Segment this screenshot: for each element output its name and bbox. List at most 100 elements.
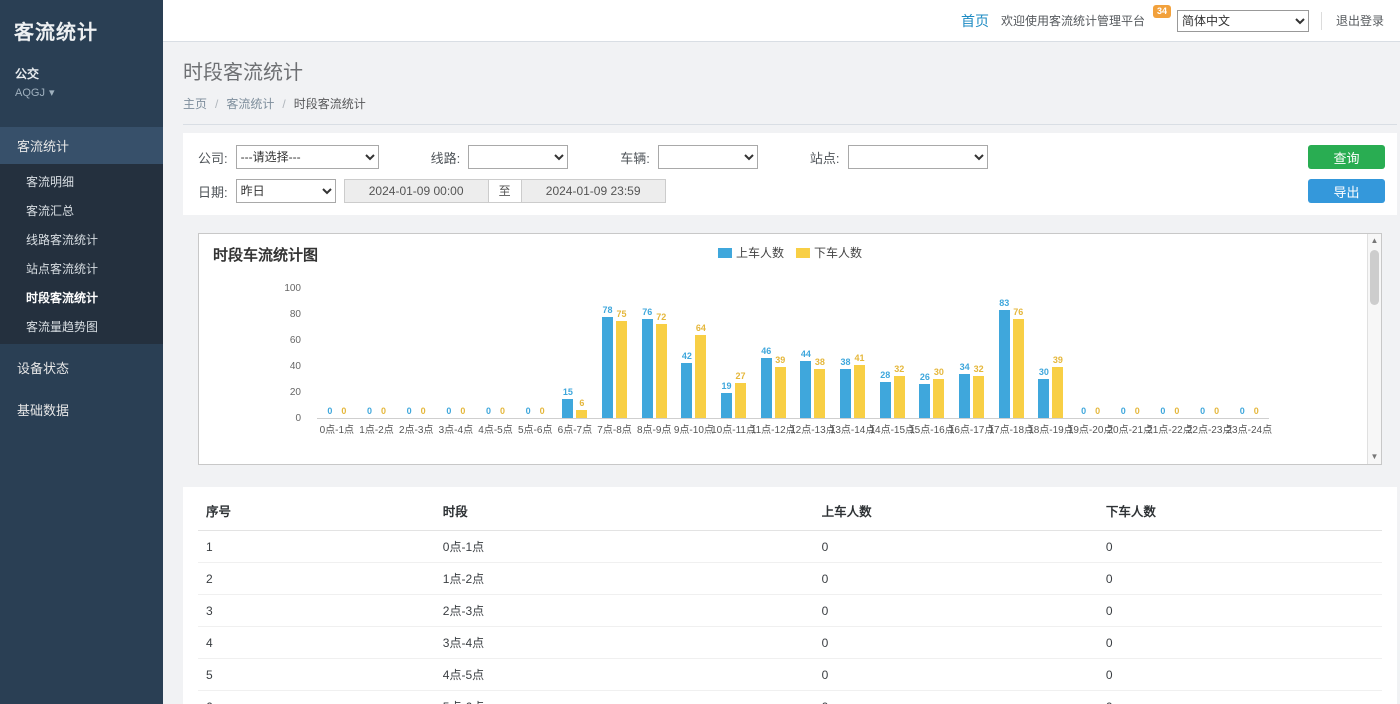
bar-value-label: 0: [367, 407, 372, 416]
bar: [642, 319, 653, 418]
bar-column: 32: [973, 365, 984, 418]
page-title: 时段客流统计: [183, 56, 1397, 85]
breadcrumb-separator: /: [215, 97, 218, 111]
bar-value-label: 6: [579, 399, 584, 408]
bar-column: 0: [1092, 407, 1103, 418]
bar-group: 004点-5点: [476, 288, 516, 418]
bar-column: 64: [695, 324, 706, 418]
table-cell: 0: [814, 563, 1098, 595]
org-code-dropdown[interactable]: AQGJ ▾: [0, 82, 163, 99]
bar-column: 78: [602, 306, 613, 418]
sidebar-item[interactable]: 客流量趋势图: [0, 312, 163, 341]
export-button[interactable]: 导出: [1308, 179, 1385, 203]
bar-column: 30: [1038, 368, 1049, 418]
bar-value-label: 78: [603, 306, 613, 315]
bar: [800, 361, 811, 418]
scroll-down-icon[interactable]: ▼: [1368, 450, 1381, 464]
table-body: 10点-1点0021点-2点0032点-3点0043点-4点0054点-5点00…: [198, 531, 1382, 704]
bar-value-label: 44: [801, 350, 811, 359]
breadcrumb-item[interactable]: 时段客流统计: [294, 95, 366, 112]
bar-column: 0: [443, 407, 454, 418]
x-axis-category-label: 3点-4点: [439, 421, 473, 436]
home-link[interactable]: 首页: [961, 11, 989, 31]
bar-value-label: 27: [736, 372, 746, 381]
bar-value-label: 32: [974, 365, 984, 374]
table-cell: 2点-3点: [435, 595, 814, 627]
bar-value-label: 64: [696, 324, 706, 333]
bar-group: 005点-6点: [515, 288, 555, 418]
table-cell: 0: [1098, 531, 1382, 563]
org-code-label: AQGJ: [15, 87, 45, 99]
table-cell: 3: [198, 595, 435, 627]
scroll-up-icon[interactable]: ▲: [1368, 234, 1381, 248]
notification-badge[interactable]: 34: [1153, 5, 1171, 18]
y-axis-tick-label: 80: [261, 309, 301, 320]
vehicle-filter: 车辆:: [620, 145, 758, 169]
bar-column: 34: [959, 363, 970, 418]
y-axis-tick-label: 100: [261, 283, 301, 294]
table-cell: 2: [198, 563, 435, 595]
company-select[interactable]: ---请选择---: [236, 145, 379, 169]
sidebar-section[interactable]: 基础数据: [0, 391, 163, 428]
sidebar-section[interactable]: 设备状态: [0, 349, 163, 386]
logout-link[interactable]: 退出登录: [1321, 12, 1384, 30]
data-table: 序号时段上车人数下车人数 10点-1点0021点-2点0032点-3点0043点…: [198, 491, 1382, 704]
sidebar-section[interactable]: 客流统计: [0, 127, 163, 164]
bar: [840, 369, 851, 418]
scrollbar-thumb[interactable]: [1370, 250, 1379, 305]
bar: [656, 324, 667, 418]
legend-item[interactable]: 上车人数: [718, 244, 784, 261]
bar-value-label: 0: [1121, 407, 1126, 416]
breadcrumb-item[interactable]: 主页: [183, 95, 207, 112]
chart-y-axis: 020406080100: [267, 289, 307, 419]
table-cell: 0: [814, 691, 1098, 704]
query-button[interactable]: 查询: [1308, 145, 1385, 169]
bar-group: 0023点-24点: [1229, 288, 1269, 418]
breadcrumb-item[interactable]: 客流统计: [226, 95, 274, 112]
bar-value-label: 39: [1053, 356, 1063, 365]
chart-scrollbar[interactable]: ▲ ▼: [1367, 234, 1381, 464]
station-select[interactable]: [848, 145, 988, 169]
route-select[interactable]: [468, 145, 568, 169]
bar-value-label: 0: [1200, 407, 1205, 416]
date-start-input[interactable]: 2024-01-09 00:00: [344, 179, 489, 203]
date-label: 日期:: [198, 182, 228, 201]
bar-group: 384113点-14点: [833, 288, 873, 418]
bar: [1038, 379, 1049, 418]
bar-value-label: 0: [460, 407, 465, 416]
sidebar-item[interactable]: 时段客流统计: [0, 283, 163, 312]
bar-chart: 000点-1点001点-2点002点-3点003点-4点004点-5点005点-…: [317, 289, 1269, 419]
topbar: 首页 欢迎使用客流统计管理平台 34 简体中文 退出登录: [163, 0, 1400, 42]
bar-value-label: 38: [841, 358, 851, 367]
bar-column: 39: [775, 356, 786, 418]
bar-column: 0: [1171, 407, 1182, 418]
sidebar-item[interactable]: 站点客流统计: [0, 254, 163, 283]
bar: [894, 376, 905, 418]
bar: [973, 376, 984, 418]
bar-column: 26: [919, 373, 930, 418]
filter-row-1: 公司: ---请选择--- 线路: 车辆: 站点:: [198, 145, 1382, 169]
legend-item[interactable]: 下车人数: [796, 244, 862, 261]
language-select[interactable]: 简体中文: [1177, 10, 1309, 32]
bar-column: 32: [894, 365, 905, 418]
bar-value-label: 34: [960, 363, 970, 372]
app-brand: 客流统计: [0, 0, 163, 47]
date-preset-select[interactable]: 昨日: [236, 179, 336, 203]
bar-value-label: 76: [642, 308, 652, 317]
sidebar-item[interactable]: 客流汇总: [0, 196, 163, 225]
bar: [576, 410, 587, 418]
bar-column: 0: [457, 407, 468, 418]
bar-value-label: 28: [880, 371, 890, 380]
bar-group: 283214点-15点: [872, 288, 912, 418]
y-axis-tick-label: 60: [261, 335, 301, 346]
bar-column: 28: [880, 371, 891, 418]
date-end-input[interactable]: 2024-01-09 23:59: [521, 179, 666, 203]
bar: [959, 374, 970, 418]
bar-column: 76: [1013, 308, 1024, 418]
y-axis-tick-label: 20: [261, 387, 301, 398]
sidebar: 客流统计 公交 AQGJ ▾ 客流统计客流明细客流汇总线路客流统计站点客流统计时…: [0, 0, 163, 704]
vehicle-select[interactable]: [658, 145, 758, 169]
sidebar-item[interactable]: 客流明细: [0, 167, 163, 196]
bar-column: 15: [562, 388, 573, 419]
sidebar-item[interactable]: 线路客流统计: [0, 225, 163, 254]
